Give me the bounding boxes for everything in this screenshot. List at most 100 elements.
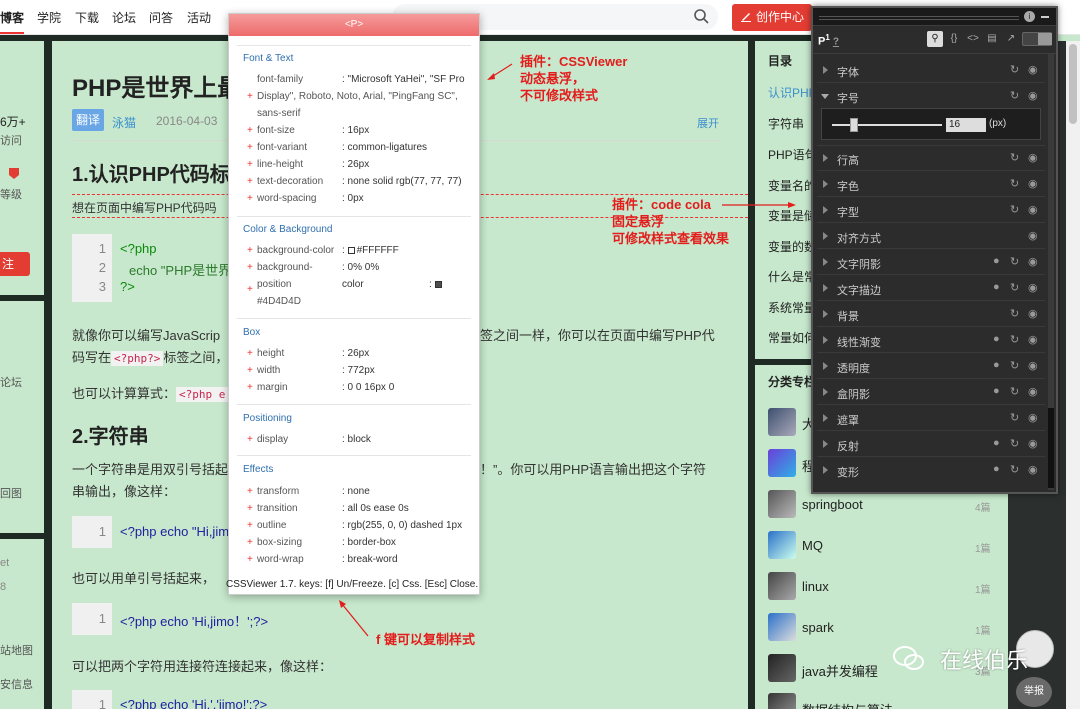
search-icon[interactable] bbox=[693, 8, 709, 24]
reset-icon[interactable]: ↻ bbox=[1010, 203, 1019, 216]
reset-icon[interactable]: ↻ bbox=[1010, 63, 1019, 76]
toc-item[interactable]: 变量名的 bbox=[768, 177, 816, 194]
reset-icon[interactable]: ↻ bbox=[1010, 281, 1019, 294]
style-row[interactable]: 遮罩 ↻ ◉ bbox=[817, 406, 1045, 431]
drag-handle[interactable] bbox=[819, 16, 1019, 17]
nav-item-academy[interactable]: 学院 bbox=[37, 9, 61, 26]
report-button[interactable]: 举报 bbox=[1016, 677, 1052, 707]
font-size-input[interactable]: 16 bbox=[946, 118, 986, 132]
nav-item-download[interactable]: 下载 bbox=[75, 9, 99, 26]
eye-icon[interactable]: ◉ bbox=[1028, 437, 1038, 450]
toggle-knob[interactable] bbox=[1038, 33, 1052, 45]
reset-icon[interactable]: ↻ bbox=[1010, 307, 1019, 320]
globe-icon[interactable]: ● bbox=[993, 359, 1000, 371]
info-icon[interactable]: i bbox=[1024, 11, 1035, 22]
follow-button[interactable]: 注 bbox=[0, 252, 30, 276]
globe-icon[interactable]: ● bbox=[993, 385, 1000, 397]
slider-handle[interactable] bbox=[850, 118, 858, 132]
nav-item-events[interactable]: 活动 bbox=[187, 9, 211, 26]
style-row[interactable]: 背景 ↻ ◉ bbox=[817, 302, 1045, 327]
style-row[interactable]: 文字描边 ● ↻ ◉ bbox=[817, 276, 1045, 301]
collapse-arrow-icon[interactable] bbox=[821, 94, 829, 99]
reset-icon[interactable]: ↻ bbox=[1010, 463, 1019, 476]
codecola-titlebar[interactable]: i bbox=[813, 8, 1056, 26]
toc-item[interactable]: 变量的数 bbox=[768, 238, 816, 255]
reset-icon[interactable]: ↻ bbox=[1010, 89, 1019, 102]
toc-item[interactable]: 认识PHP bbox=[768, 84, 817, 101]
expand-arrow-icon[interactable] bbox=[823, 336, 828, 344]
toc-item[interactable]: PHP语句 bbox=[768, 146, 817, 163]
eye-icon[interactable]: ◉ bbox=[1028, 463, 1038, 476]
nav-item-blog[interactable]: 博客 bbox=[0, 9, 25, 34]
eye-icon[interactable]: ◉ bbox=[1028, 333, 1038, 346]
globe-icon[interactable]: ● bbox=[993, 463, 1000, 475]
eye-icon[interactable]: ◉ bbox=[1028, 63, 1038, 76]
eye-icon[interactable]: ◉ bbox=[1028, 89, 1038, 102]
export-icon[interactable]: ↗ bbox=[1003, 31, 1019, 47]
sitemap-link[interactable]: 站地图 bbox=[0, 642, 33, 658]
reset-icon[interactable]: ↻ bbox=[1010, 411, 1019, 424]
style-row[interactable]: 字色 ↻ ◉ bbox=[817, 172, 1045, 197]
eye-icon[interactable]: ◉ bbox=[1028, 177, 1038, 190]
eye-icon[interactable]: ◉ bbox=[1028, 203, 1038, 216]
category-name[interactable]: MQ bbox=[802, 538, 823, 553]
style-row[interactable]: 反射 ● ↻ ◉ bbox=[817, 432, 1045, 457]
expand-arrow-icon[interactable] bbox=[823, 466, 828, 474]
style-row[interactable]: 行高 ↻ ◉ bbox=[817, 146, 1045, 171]
eye-icon[interactable]: ◉ bbox=[1028, 229, 1038, 242]
reset-icon[interactable]: ↻ bbox=[1010, 437, 1019, 450]
eye-icon[interactable]: ◉ bbox=[1028, 307, 1038, 320]
expand-arrow-icon[interactable] bbox=[823, 258, 828, 266]
image-link[interactable]: 回图 bbox=[0, 485, 22, 501]
toc-item[interactable]: 变量是储 bbox=[768, 207, 816, 224]
save-icon[interactable]: ▤ bbox=[984, 31, 1000, 47]
category-name[interactable]: linux bbox=[802, 579, 829, 594]
eye-icon[interactable]: ◉ bbox=[1028, 281, 1038, 294]
drag-handle[interactable] bbox=[819, 19, 1019, 20]
reset-icon[interactable]: ↻ bbox=[1010, 359, 1019, 372]
forum-link[interactable]: 论坛 bbox=[0, 374, 22, 390]
reset-icon[interactable]: ↻ bbox=[1010, 151, 1019, 164]
reset-icon[interactable]: ↻ bbox=[1010, 385, 1019, 398]
author-link[interactable]: 泳猫 bbox=[112, 114, 136, 131]
style-row[interactable]: 盒阴影 ● ↻ ◉ bbox=[817, 380, 1045, 405]
globe-icon[interactable]: ● bbox=[993, 437, 1000, 449]
eye-icon[interactable]: ◉ bbox=[1028, 385, 1038, 398]
page-scrollbar[interactable] bbox=[1066, 41, 1080, 709]
expand-arrow-icon[interactable] bbox=[823, 180, 828, 188]
minimize-icon[interactable] bbox=[1041, 16, 1049, 18]
style-row[interactable]: 文字阴影 ● ↻ ◉ bbox=[817, 250, 1045, 275]
globe-icon[interactable]: ● bbox=[993, 333, 1000, 345]
reset-icon[interactable]: ↻ bbox=[1010, 255, 1019, 268]
style-row[interactable]: 变形 ● ↻ ◉ bbox=[817, 458, 1045, 483]
toc-item[interactable]: 字符串 bbox=[768, 115, 804, 132]
reset-icon[interactable]: ↻ bbox=[1010, 177, 1019, 190]
expand-arrow-icon[interactable] bbox=[823, 232, 828, 240]
expand-arrow-icon[interactable] bbox=[823, 362, 828, 370]
style-row[interactable]: 线性渐变 ● ↻ ◉ bbox=[817, 328, 1045, 353]
style-row[interactable]: 对齐方式 ◉ bbox=[817, 224, 1045, 249]
category-name[interactable]: 数据结构与算法 bbox=[802, 700, 893, 709]
reset-icon[interactable]: ↻ bbox=[1010, 333, 1019, 346]
scrollbar-thumb[interactable] bbox=[1069, 44, 1077, 124]
eye-icon[interactable]: ◉ bbox=[1028, 359, 1038, 372]
style-row[interactable]: 字型 ↻ ◉ bbox=[817, 198, 1045, 223]
style-row[interactable]: 透明度 ● ↻ ◉ bbox=[817, 354, 1045, 379]
expand-arrow-icon[interactable] bbox=[823, 388, 828, 396]
toc-item[interactable]: 什么是常 bbox=[768, 268, 816, 285]
eye-icon[interactable]: ◉ bbox=[1028, 255, 1038, 268]
expand-arrow-icon[interactable] bbox=[823, 206, 828, 214]
expand-arrow-icon[interactable] bbox=[823, 310, 828, 318]
security-info-link[interactable]: 安信息 bbox=[0, 676, 33, 692]
code-icon[interactable]: <> bbox=[965, 31, 981, 47]
expand-arrow-icon[interactable] bbox=[823, 440, 828, 448]
toggle-switch[interactable] bbox=[1022, 32, 1052, 46]
category-name[interactable]: springboot bbox=[802, 497, 863, 512]
style-row-font[interactable]: 字体 ↻ ◉ bbox=[817, 58, 1045, 83]
globe-icon[interactable]: ● bbox=[993, 281, 1000, 293]
panel-scrollbar-thumb[interactable] bbox=[1048, 408, 1054, 488]
toc-item[interactable]: 常量如何 bbox=[768, 329, 816, 346]
expand-arrow-icon[interactable] bbox=[823, 66, 828, 74]
category-name[interactable]: java并发编程 bbox=[802, 661, 878, 680]
expand-arrow-icon[interactable] bbox=[823, 414, 828, 422]
